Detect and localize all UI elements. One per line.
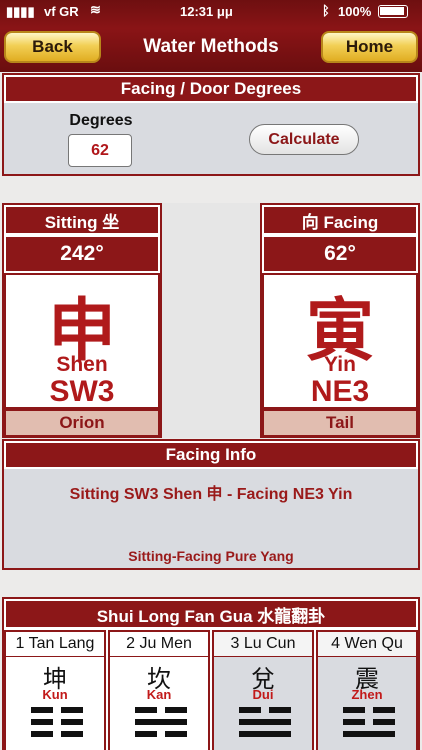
- tab-ju-men[interactable]: 2 Ju Men: [108, 630, 210, 658]
- facing-star: Tail: [262, 409, 418, 437]
- bluetooth-icon: ᛒ: [322, 3, 330, 18]
- clock-label: 12:31 μμ: [180, 4, 233, 19]
- facing-mountain: NE3: [310, 375, 370, 408]
- sitting-degrees: 242°: [4, 235, 160, 273]
- gua-name: Kun: [42, 687, 68, 702]
- gua-cell-zhen: 震 Zhen: [316, 657, 418, 750]
- battery-percent: 100%: [338, 4, 372, 19]
- tab-tan-lang[interactable]: 1 Tan Lang: [4, 630, 106, 658]
- facing-title: 向 Facing: [262, 205, 418, 235]
- facing-info-line1: Sitting SW3 Shen 申 - Facing NE3 Yin: [69, 486, 353, 503]
- battery-icon: [378, 5, 408, 18]
- degrees-label: Degrees: [69, 112, 133, 129]
- sitting-star: Orion: [4, 409, 160, 437]
- home-button[interactable]: Home: [321, 31, 418, 63]
- middle-spacer: [162, 203, 260, 438]
- carrier-label: vf GR: [44, 4, 79, 19]
- gua-cell-kan: 坎 Kan: [108, 657, 210, 750]
- dui-trigram-icon: [239, 707, 291, 743]
- kan-trigram-icon: [135, 707, 187, 743]
- facing-mountain-card: 寅 Yin NE3: [262, 273, 418, 409]
- page-title: Water Methods: [143, 36, 279, 57]
- facing-info-line2: Sitting-Facing Pure Yang: [128, 548, 294, 564]
- tab-lu-cun[interactable]: 3 Lu Cun: [212, 630, 314, 658]
- degrees-panel-header: Facing / Door Degrees: [4, 75, 418, 103]
- facing-pinyin: Yin: [324, 353, 356, 376]
- gua-header: Shui Long Fan Gua 水龍翻卦: [4, 599, 418, 629]
- tab-wen-qu[interactable]: 4 Wen Qu: [316, 630, 418, 658]
- calculate-button[interactable]: Calculate: [249, 124, 359, 155]
- gua-name: Kan: [146, 687, 172, 702]
- facing-info-header: Facing Info: [4, 441, 418, 469]
- back-button[interactable]: Back: [4, 31, 101, 63]
- sitting-title: Sitting 坐: [4, 205, 160, 235]
- zhen-trigram-icon: [343, 707, 395, 743]
- sitting-pinyin: Shen: [56, 353, 108, 376]
- wifi-icon: ≋: [90, 2, 101, 17]
- gua-cell-kun: 坤 Kun: [4, 657, 106, 750]
- signal-icon: ▮▮▮▮: [6, 4, 35, 19]
- gua-name: Dui: [252, 687, 274, 702]
- facing-degrees: 62°: [262, 235, 418, 273]
- sitting-mountain-card: 申 Shen SW3: [4, 273, 160, 409]
- sitting-mountain: SW3: [49, 375, 115, 408]
- gua-name: Zhen: [351, 687, 383, 702]
- kun-trigram-icon: [31, 707, 83, 743]
- degrees-input[interactable]: 62: [68, 134, 132, 167]
- gua-cell-dui: 兌 Dui: [212, 657, 314, 750]
